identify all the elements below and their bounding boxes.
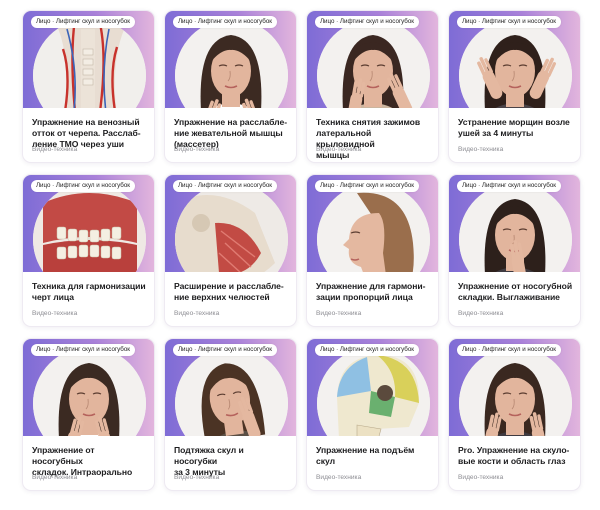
card-title-line: ние верхних челюстей bbox=[174, 292, 270, 302]
video-card[interactable]: Лицо · Лифтинг скул и носогубок Подтяжка… bbox=[164, 338, 297, 491]
category-tag: Лицо · Лифтинг скул и носогубок bbox=[173, 180, 277, 193]
thumbnail-image bbox=[33, 347, 146, 436]
video-card[interactable]: Лицо · Лифтинг скул и носогубок Упражнен… bbox=[22, 10, 155, 163]
card-title-line: Pro. Упражнение на скуло- bbox=[458, 445, 570, 455]
video-card[interactable]: Лицо · Лифтинг скул и носогубок Техника … bbox=[22, 174, 155, 327]
card-thumbnail[interactable]: Лицо · Лифтинг скул и носогубок bbox=[165, 175, 296, 272]
card-title-line: черт лица bbox=[32, 292, 74, 302]
thumbnail-image bbox=[175, 19, 288, 108]
video-card[interactable]: Лицо · Лифтинг скул и носогубок Устранен… bbox=[448, 10, 581, 163]
card-meta: Видео-техника bbox=[316, 146, 362, 153]
thumbnail-image bbox=[33, 19, 146, 108]
card-title-line: Упражнение от носогубных bbox=[32, 445, 95, 466]
category-tag: Лицо · Лифтинг скул и носогубок bbox=[457, 344, 561, 357]
card-thumbnail[interactable]: Лицо · Лифтинг скул и носогубок bbox=[307, 339, 438, 436]
card-thumbnail[interactable]: Лицо · Лифтинг скул и носогубок bbox=[449, 11, 580, 108]
card-title-line: скул bbox=[316, 456, 336, 466]
card-thumbnail[interactable]: Лицо · Лифтинг скул и носогубок bbox=[307, 11, 438, 108]
category-tag: Лицо · Лифтинг скул и носогубок bbox=[173, 344, 277, 357]
video-card[interactable]: Лицо · Лифтинг скул и носогубок Расширен… bbox=[164, 174, 297, 327]
card-title-line: Подтяжка скул и носогубки bbox=[174, 445, 244, 466]
video-card[interactable]: Лицо · Лифтинг скул и носогубок Упражнен… bbox=[306, 174, 439, 327]
category-tag: Лицо · Лифтинг скул и носогубок bbox=[315, 180, 419, 193]
card-meta: Видео-техника bbox=[32, 474, 78, 481]
card-thumbnail[interactable]: Лицо · Лифтинг скул и носогубок bbox=[165, 11, 296, 108]
thumbnail-image bbox=[459, 19, 572, 108]
card-meta: Видео-техника bbox=[458, 146, 504, 153]
thumbnail-image bbox=[317, 19, 430, 108]
card-title-line: Упражнение от носогубной bbox=[458, 281, 573, 291]
card-title[interactable]: Упражнение на подъём скул bbox=[316, 445, 431, 467]
card-meta: Видео-техника bbox=[174, 146, 220, 153]
category-tag: Лицо · Лифтинг скул и носогубок bbox=[173, 16, 277, 29]
card-meta: Видео-техника bbox=[32, 146, 78, 153]
video-card[interactable]: Лицо · Лифтинг скул и носогубок Техника … bbox=[306, 10, 439, 163]
card-title[interactable]: Упражнение от носогубной складки. Выглажи… bbox=[458, 281, 573, 303]
card-thumbnail[interactable]: Лицо · Лифтинг скул и носогубок bbox=[449, 339, 580, 436]
card-thumbnail[interactable]: Лицо · Лифтинг скул и носогубок bbox=[307, 175, 438, 272]
video-card[interactable]: Лицо · Лифтинг скул и носогубок Упражнен… bbox=[22, 338, 155, 491]
category-tag: Лицо · Лифтинг скул и носогубок bbox=[31, 180, 135, 193]
thumbnail-image bbox=[317, 183, 430, 272]
card-title-line: вые кости и область глаз bbox=[458, 456, 566, 466]
category-tag: Лицо · Лифтинг скул и носогубок bbox=[457, 16, 561, 29]
card-meta: Видео-техника bbox=[174, 474, 220, 481]
card-title[interactable]: Устранение морщин возле ушей за 4 минуты bbox=[458, 117, 573, 139]
category-tag: Лицо · Лифтинг скул и носогубок bbox=[31, 16, 135, 29]
card-thumbnail[interactable]: Лицо · Лифтинг скул и носогубок bbox=[449, 175, 580, 272]
card-title[interactable]: Упражнение для гармони-зации пропорций л… bbox=[316, 281, 431, 303]
card-title-line: Устранение морщин возле bbox=[458, 117, 570, 127]
card-title[interactable]: Техника для гармонизации черт лица bbox=[32, 281, 147, 303]
video-card[interactable]: Лицо · Лифтинг скул и носогубок Упражнен… bbox=[448, 174, 581, 327]
category-tag: Лицо · Лифтинг скул и носогубок bbox=[31, 344, 135, 357]
card-title[interactable]: Pro. Упражнение на скуло-вые кости и обл… bbox=[458, 445, 573, 467]
category-tag: Лицо · Лифтинг скул и носогубок bbox=[315, 344, 419, 357]
card-thumbnail[interactable]: Лицо · Лифтинг скул и носогубок bbox=[165, 339, 296, 436]
thumbnail-image bbox=[33, 183, 146, 272]
card-title-line: отток от черепа. Расслаб- bbox=[32, 128, 141, 138]
card-title-line: складки. Выглаживание bbox=[458, 292, 560, 302]
card-title-line: Упражнение на подъём bbox=[316, 445, 415, 455]
thumbnail-image bbox=[459, 347, 572, 436]
card-meta: Видео-техника bbox=[458, 474, 504, 481]
video-card[interactable]: Лицо · Лифтинг скул и носогубок Упражнен… bbox=[164, 10, 297, 163]
category-tag: Лицо · Лифтинг скул и носогубок bbox=[315, 16, 419, 29]
thumbnail-image bbox=[175, 183, 288, 272]
thumbnail-image bbox=[459, 183, 572, 272]
thumbnail-image bbox=[175, 347, 288, 436]
video-card[interactable]: Лицо · Лифтинг скул и носогубок Pro. Упр… bbox=[448, 338, 581, 491]
card-meta: Видео-техника bbox=[316, 310, 362, 317]
card-title-line: ние жевательной мышцы bbox=[174, 128, 283, 138]
video-card[interactable]: Лицо · Лифтинг скул и носогубок Упражнен… bbox=[306, 338, 439, 491]
card-thumbnail[interactable]: Лицо · Лифтинг скул и носогубок bbox=[23, 175, 154, 272]
card-title-line: зации пропорций лица bbox=[316, 292, 413, 302]
card-title-line: Техника для гармонизации bbox=[32, 281, 146, 291]
thumbnail-image bbox=[317, 347, 430, 436]
card-title-line: Упражнение для гармони- bbox=[316, 281, 426, 291]
card-title-line: Расширение и расслабле- bbox=[174, 281, 284, 291]
card-title[interactable]: Техника снятия зажимов латеральной крылов… bbox=[316, 117, 431, 161]
video-card-grid: Лицо · Лифтинг скул и носогубок Упражнен… bbox=[22, 10, 581, 491]
card-meta: Видео-техника bbox=[458, 310, 504, 317]
card-title-line: ушей за 4 минуты bbox=[458, 128, 534, 138]
card-title-line: Техника снятия зажимов bbox=[316, 117, 421, 127]
card-meta: Видео-техника bbox=[32, 310, 78, 317]
category-tag: Лицо · Лифтинг скул и носогубок bbox=[457, 180, 561, 193]
card-thumbnail[interactable]: Лицо · Лифтинг скул и носогубок bbox=[23, 11, 154, 108]
card-title-line: Упражнение на венозный bbox=[32, 117, 140, 127]
card-thumbnail[interactable]: Лицо · Лифтинг скул и носогубок bbox=[23, 339, 154, 436]
card-meta: Видео-техника bbox=[174, 310, 220, 317]
card-title-line: Упражнение на расслабле- bbox=[174, 117, 288, 127]
card-meta: Видео-техника bbox=[316, 474, 362, 481]
card-title[interactable]: Расширение и расслабле-ние верхних челюс… bbox=[174, 281, 289, 303]
